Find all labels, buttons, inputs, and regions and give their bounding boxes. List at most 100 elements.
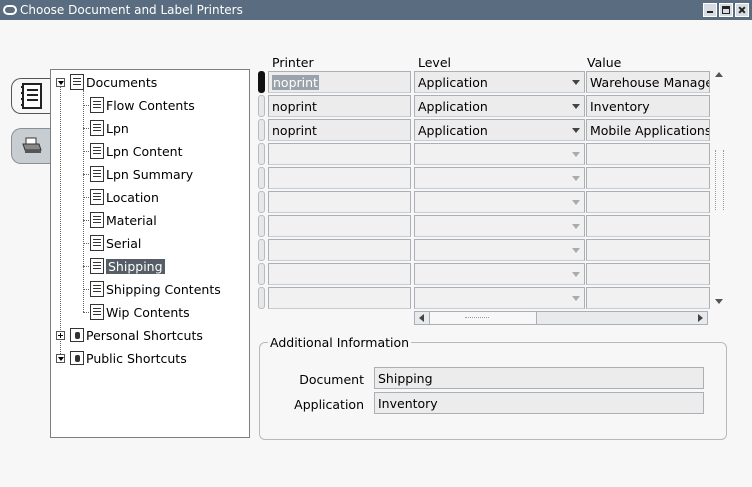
value-field[interactable]: [586, 143, 710, 165]
printer-field[interactable]: noprint: [268, 119, 411, 141]
printer-field[interactable]: [268, 167, 411, 189]
row-indicator[interactable]: [258, 263, 265, 285]
value-field[interactable]: Mobile Applications f: [586, 119, 710, 141]
window-titlebar: Choose Document and Label Printers: [0, 0, 752, 20]
printer-field[interactable]: [268, 143, 411, 165]
level-select[interactable]: [414, 191, 585, 213]
level-select[interactable]: Application: [414, 119, 585, 141]
tree-node-lpn-content[interactable]: Lpn Content: [90, 142, 183, 160]
row-indicator[interactable]: [258, 71, 265, 93]
tree-node-label: Public Shortcuts: [86, 350, 187, 366]
tree-node-lpn[interactable]: Lpn: [90, 119, 129, 137]
tree-connector: [60, 86, 61, 362]
tree-node-shipping[interactable]: Shipping: [90, 257, 165, 275]
column-header-level: Level: [418, 55, 451, 70]
row-indicator[interactable]: [258, 191, 265, 213]
tree-node-serial[interactable]: Serial: [90, 234, 141, 252]
tree-node-wip-contents[interactable]: Wip Contents: [90, 303, 190, 321]
value-text: Mobile Applications f: [590, 122, 710, 138]
tab-printer[interactable]: [11, 128, 51, 164]
level-select[interactable]: [414, 215, 585, 237]
column-header-value: Value: [587, 55, 622, 70]
level-select[interactable]: [414, 239, 585, 261]
application-field[interactable]: Inventory: [374, 392, 704, 414]
row-indicator[interactable]: [258, 239, 265, 261]
level-select[interactable]: [414, 167, 585, 189]
scroll-thumb[interactable]: [429, 312, 537, 324]
value-text: Warehouse Manager: [590, 74, 710, 90]
tree-expand-public-shortcuts[interactable]: [56, 354, 65, 363]
maximize-icon[interactable]: [719, 3, 733, 17]
tree-node-material[interactable]: Material: [90, 211, 157, 229]
value-field[interactable]: Warehouse Manager: [586, 71, 710, 93]
level-select[interactable]: [414, 287, 585, 309]
printer-field[interactable]: noprint: [268, 71, 411, 93]
tree-expand-documents[interactable]: [56, 78, 65, 87]
document-tree[interactable]: [50, 69, 250, 438]
tree-node-label: Personal Shortcuts: [86, 327, 203, 343]
close-icon[interactable]: [735, 3, 749, 17]
document-folder-icon: [70, 74, 84, 90]
shortcut-folder-icon: [70, 328, 84, 342]
row-indicator[interactable]: [258, 95, 265, 117]
value-field[interactable]: [586, 215, 710, 237]
tree-node-label: Material: [106, 212, 157, 228]
value-field[interactable]: [586, 239, 710, 261]
row-indicator[interactable]: [258, 119, 265, 141]
row-indicator[interactable]: [258, 167, 265, 189]
printer-field[interactable]: [268, 263, 411, 285]
application-value: Inventory: [378, 395, 438, 411]
printer-field[interactable]: [268, 215, 411, 237]
tree-node-public-shortcuts[interactable]: Public Shortcuts: [70, 349, 187, 367]
value-field[interactable]: Inventory: [586, 95, 710, 117]
tab-documents[interactable]: [11, 78, 51, 114]
document-icon: [90, 97, 104, 113]
dropdown-arrow-icon: [572, 176, 580, 181]
printer-value: noprint: [272, 74, 319, 90]
tree-node-label: Wip Contents: [106, 304, 190, 320]
horizontal-scrollbar[interactable]: [414, 311, 708, 325]
printer-field[interactable]: [268, 239, 411, 261]
level-value: Application: [418, 122, 488, 138]
tree-node-label: Lpn Summary: [106, 166, 194, 182]
minimize-icon[interactable]: [703, 3, 717, 17]
tree-node-shipping-contents[interactable]: Shipping Contents: [90, 280, 221, 298]
scroll-grip: [465, 317, 489, 318]
level-value: Application: [418, 98, 488, 114]
document-value: Shipping: [378, 370, 433, 386]
document-list-icon: [20, 83, 42, 109]
dropdown-arrow-icon: [572, 272, 580, 277]
tree-node-personal-shortcuts[interactable]: Personal Shortcuts: [70, 326, 203, 344]
scroll-down-icon[interactable]: [715, 299, 723, 304]
vertical-scrollbar[interactable]: [713, 70, 726, 306]
tree-node-flow-contents[interactable]: Flow Contents: [90, 96, 195, 114]
level-value: Application: [418, 74, 488, 90]
printer-field[interactable]: noprint: [268, 95, 411, 117]
level-select[interactable]: Application: [414, 71, 585, 93]
value-field[interactable]: [586, 263, 710, 285]
level-select[interactable]: [414, 263, 585, 285]
value-field[interactable]: [586, 167, 710, 189]
dropdown-arrow-icon: [572, 224, 580, 229]
scroll-up-icon[interactable]: [715, 72, 723, 77]
level-select[interactable]: [414, 143, 585, 165]
scroll-left-icon[interactable]: [419, 314, 424, 322]
tree-node-location[interactable]: Location: [90, 188, 159, 206]
printer-field[interactable]: [268, 191, 411, 213]
printer-field[interactable]: [268, 287, 411, 309]
oracle-window-icon: [3, 5, 17, 15]
additional-information-title: Additional Information: [268, 335, 412, 350]
tree-node-lpn-summary[interactable]: Lpn Summary: [90, 165, 193, 183]
row-indicator[interactable]: [258, 143, 265, 165]
scroll-right-icon[interactable]: [698, 314, 703, 322]
value-field[interactable]: [586, 191, 710, 213]
document-field[interactable]: Shipping: [374, 367, 704, 389]
scroll-thumb[interactable]: [715, 150, 724, 210]
tree-expand-personal-shortcuts[interactable]: [56, 331, 65, 340]
document-icon: [90, 166, 104, 182]
tree-node-documents[interactable]: Documents: [70, 73, 157, 91]
level-select[interactable]: Application: [414, 95, 585, 117]
row-indicator[interactable]: [258, 287, 265, 309]
value-field[interactable]: [586, 287, 710, 309]
row-indicator[interactable]: [258, 215, 265, 237]
